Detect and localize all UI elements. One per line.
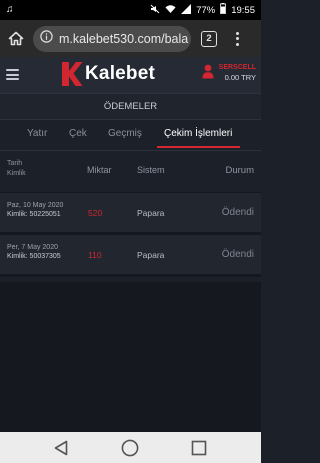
wifi-icon [165,4,176,17]
row-date: Paz, 10 May 2020 [7,202,64,209]
table-header: Tarih Kimlik Miktar Sistem Durum [0,151,261,193]
back-icon[interactable] [54,440,68,456]
row-id: Kimlik: 50225051 [7,211,61,218]
address-bar[interactable]: m.kalebet530.com/bala [33,25,191,52]
row-status: Ödendi [221,249,254,260]
tab-deposit[interactable]: Yatır [27,128,47,139]
tab-switcher-button[interactable]: 2 [201,30,217,47]
row-system: Papara [137,208,165,218]
home-icon[interactable] [5,28,27,50]
row-date: Per, 7 May 2020 [7,244,58,251]
header-date: Tarih [7,160,23,167]
empty-content-area [0,282,261,432]
browser-menu-icon[interactable] [229,31,245,46]
header-system: Sistem [137,165,165,175]
header-amount: Miktar [87,165,112,175]
site-header: Kalebet SERSCELL 0.00 TRY [0,57,261,93]
android-nav-bar [0,432,261,463]
table-row: Paz, 10 May 2020 Kimlik: 50225051 520 Pa… [0,193,261,235]
signal-icon [181,3,192,17]
user-account[interactable]: SERSCELL 0.00 TRY [202,64,256,82]
header-status: Durum [225,165,254,176]
home-circle-icon[interactable] [121,439,139,457]
logo-k-icon [62,62,83,86]
logo-text: Kalebet [85,63,156,84]
row-id: Kimlik: 50037305 [7,253,61,260]
tab-withdrawal-transactions[interactable]: Çekim İşlemleri [164,128,232,139]
active-tab-indicator [157,146,240,148]
username: SERSCELL [218,64,256,71]
tab-history[interactable]: Geçmiş [108,128,142,139]
row-status: Ödendi [221,207,254,218]
header-id: Kimlik [7,170,26,177]
page-title: ÖDEMELER [0,93,261,120]
row-amount: 110 [88,250,102,260]
recent-apps-icon[interactable] [191,440,207,456]
tab-withdraw[interactable]: Çek [69,128,87,139]
row-system: Papara [137,250,165,260]
site-logo[interactable]: Kalebet [61,61,155,87]
account-balance: 0.00 TRY [224,73,256,82]
music-note-icon: ♫ [6,4,14,15]
battery-icon [220,3,227,17]
mute-icon [150,4,160,17]
hamburger-menu-icon[interactable] [6,69,19,80]
battery-percent: 77% [196,4,216,16]
clock: 19:55 [231,4,255,16]
row-amount: 520 [88,208,103,218]
info-icon[interactable] [40,29,53,48]
withdrawals-table: Tarih Kimlik Miktar Sistem Durum Paz, 10… [0,151,261,277]
table-row: Per, 7 May 2020 Kimlik: 50037305 110 Pap… [0,235,261,277]
browser-toolbar: m.kalebet530.com/bala 2 [0,20,261,57]
status-bar: ♫ 77% 19:55 [0,0,261,20]
user-icon[interactable] [202,64,214,79]
url-text[interactable]: m.kalebet530.com/bala [59,32,188,46]
